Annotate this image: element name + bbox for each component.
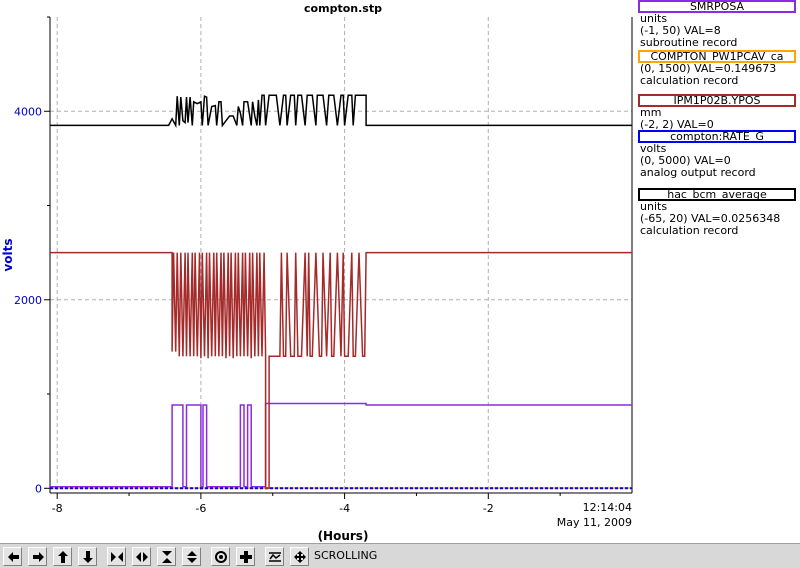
chart-title: compton.stp [304,2,382,15]
legend-record: analog output record [640,166,756,179]
arrow-left-icon [8,552,19,562]
y-tick-label: 4000 [14,105,42,118]
arrow-down-icon [83,551,93,563]
arrow-left-button[interactable] [3,547,22,566]
plot-area [50,17,632,493]
x-tick-label: -4 [339,502,350,515]
target-button[interactable] [211,547,230,566]
compress-vertical-button[interactable] [182,547,201,566]
target-icon [215,551,227,563]
y-tick-label: 2000 [14,294,42,307]
expand-horizontal-button[interactable] [107,547,126,566]
arrow-up-icon [58,551,68,563]
compress-horizontal-icon [136,552,148,562]
fit-icon [269,552,281,562]
x-axis-label: (Hours) [318,529,369,543]
x-tick-label: -8 [52,502,63,515]
expand-vertical-button[interactable] [157,547,176,566]
compress-vertical-icon [187,551,197,563]
x-tick-label: -6 [195,502,206,515]
fit-button[interactable] [265,547,284,566]
date: May 11, 2009 [557,516,632,529]
legend-record: calculation record [640,224,739,237]
compress-horizontal-button[interactable] [132,547,151,566]
timestamp: 12:14:04 [583,501,632,514]
pan-button[interactable] [290,547,309,566]
arrow-right-button[interactable] [28,547,47,566]
arrow-right-icon [33,552,44,562]
legend-series-name[interactable]: IPM1P02B.YPOS [638,94,796,107]
arrow-down-button[interactable] [78,547,97,566]
expand-vertical-icon [162,551,172,563]
legend-record: subroutine record [640,36,738,49]
pan-icon [294,551,306,563]
plus-icon [240,551,252,563]
mode-label: SCROLLING [314,549,378,562]
plus-button[interactable] [236,547,255,566]
arrow-up-button[interactable] [53,547,72,566]
legend-record: calculation record [640,74,739,87]
y-axis-label: volts [1,238,15,271]
toolbar: SCROLLING [0,543,800,568]
y-tick-label: 0 [35,482,42,495]
x-tick-label: -2 [483,502,494,515]
expand-horizontal-icon [111,552,123,562]
